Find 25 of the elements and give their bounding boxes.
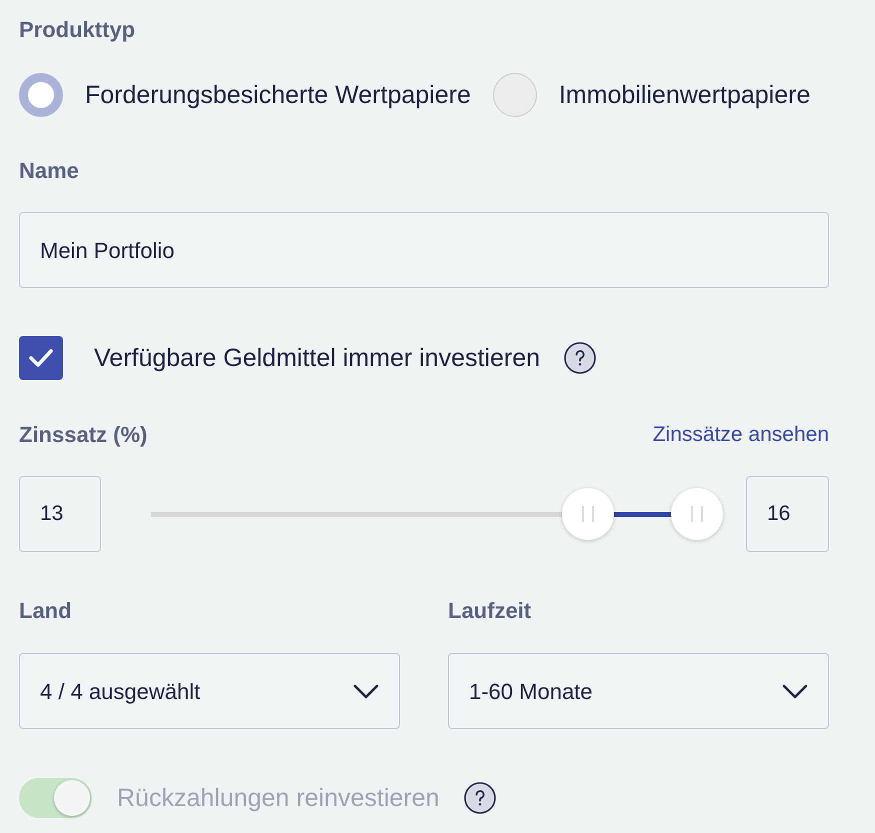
check-icon xyxy=(28,348,54,368)
chevron-down-icon xyxy=(353,684,379,698)
slider-thumb[interactable] xyxy=(562,488,614,540)
help-icon[interactable] xyxy=(464,782,496,814)
section-label: Produkttyp xyxy=(19,18,136,42)
radio-button[interactable] xyxy=(492,73,537,117)
chevron-down-icon xyxy=(782,684,808,698)
dropdown[interactable]: 4 / 4 ausgewählt xyxy=(19,653,400,729)
toggle-label: Rückzahlungen reinvestieren xyxy=(117,783,440,813)
field-label: Land xyxy=(19,599,72,623)
radio-label[interactable]: Forderungsbesicherte Wertpapiere xyxy=(85,80,471,110)
name-input-field[interactable]: Mein Portfolio xyxy=(19,212,829,288)
checkbox[interactable] xyxy=(19,336,63,380)
field-label: Zinssatz (%) xyxy=(19,423,148,447)
field-label: Laufzeit xyxy=(448,599,532,623)
help-icon[interactable] xyxy=(564,342,596,374)
min-rate-field[interactable]: 13 xyxy=(19,476,101,552)
dropdown[interactable]: 1-60 Monate xyxy=(448,653,829,729)
radio-label[interactable]: Immobilienwertpapiere xyxy=(558,80,810,110)
max-rate-field[interactable]: 16 xyxy=(746,476,829,552)
checkbox-label[interactable]: Verfügbare Geldmittel immer investieren xyxy=(94,343,540,373)
slider-thumb[interactable] xyxy=(671,488,723,540)
rates-link[interactable]: Zinssätze ansehen xyxy=(652,423,829,447)
field-label: Name xyxy=(19,159,79,183)
radio-button[interactable] xyxy=(19,73,63,117)
